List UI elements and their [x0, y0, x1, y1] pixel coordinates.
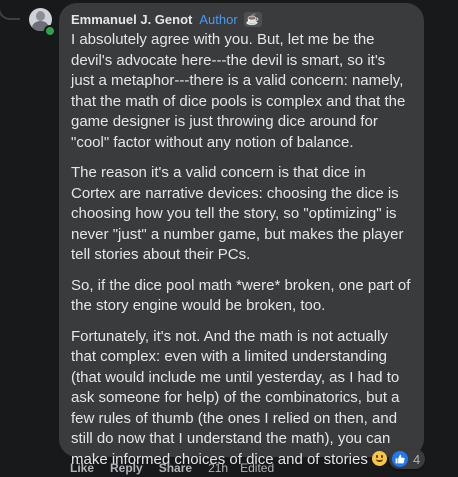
comment-paragraph-1: I absolutely agree with you. But, let me…	[71, 31, 406, 151]
comment-timestamp[interactable]: 21h	[208, 461, 228, 475]
comment-bubble: Emmanuel J. Genot Author ☕ I absolutely …	[59, 3, 424, 468]
author-name[interactable]: Emmanuel J. Genot	[71, 12, 192, 27]
reaction-count: 4	[413, 451, 421, 467]
comment-actions: Like Reply Share 21h Edited	[70, 461, 274, 475]
comment-paragraph-3: So, if the dice pool math *were* broken,…	[71, 276, 411, 315]
reply-button[interactable]: Reply	[110, 461, 143, 475]
thread-connector-line	[0, 0, 20, 20]
comment-paragraph-2: The reason it's a valid concern is that …	[71, 164, 404, 263]
comment-paragraph-4: Fortunately, it's not. And the math is n…	[71, 327, 412, 471]
avatar-head	[36, 11, 45, 21]
smiling-face-emoji-icon	[372, 450, 387, 466]
comment-header: Emmanuel J. Genot Author ☕	[71, 10, 412, 28]
edited-label[interactable]: Edited	[240, 461, 274, 475]
author-badge: Author	[199, 11, 238, 27]
reaction-summary[interactable]: 4	[389, 449, 426, 469]
share-button[interactable]: Share	[159, 461, 192, 475]
comment-paragraph-4-text: Fortunately, it's not. And the math is n…	[71, 327, 400, 468]
online-status-indicator	[44, 25, 56, 37]
like-button[interactable]: Like	[70, 461, 94, 475]
coffee-cup-icon: ☕	[243, 11, 262, 27]
like-icon	[391, 450, 409, 468]
